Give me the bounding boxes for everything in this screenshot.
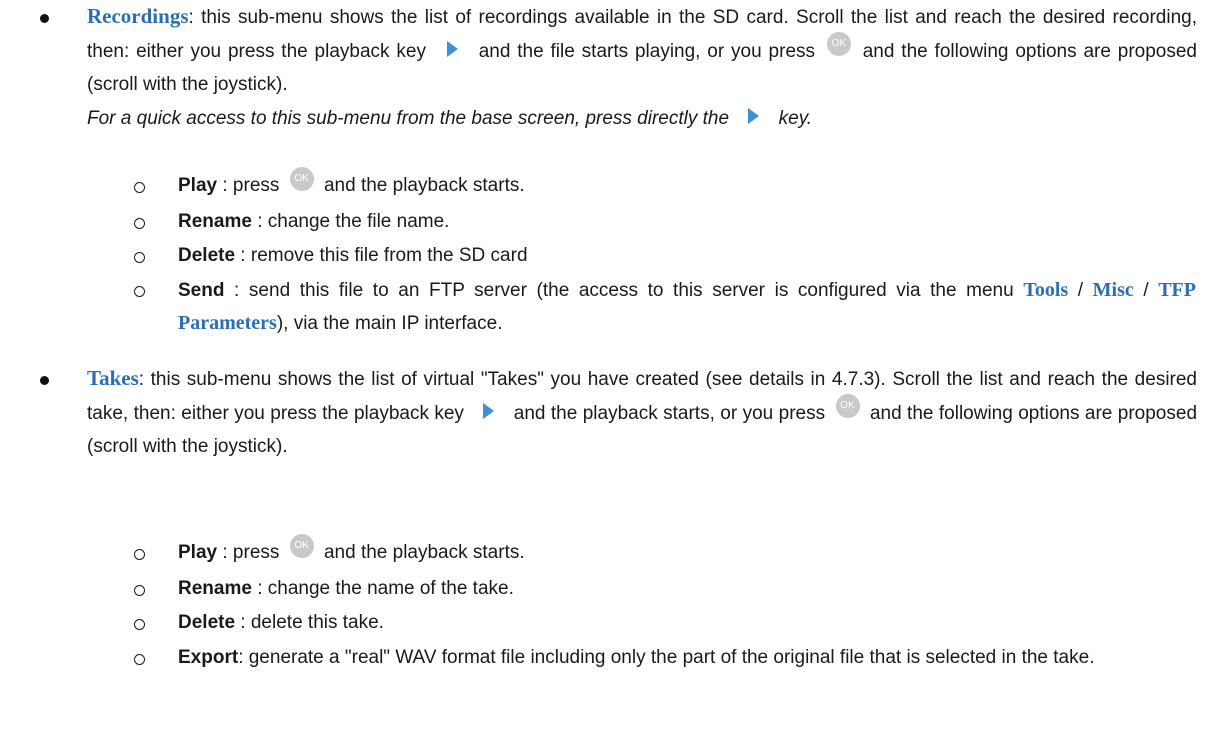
play-key-icon — [446, 41, 458, 58]
option-label: Play — [178, 542, 218, 563]
option-marker — [134, 286, 145, 297]
option-marker — [134, 252, 145, 263]
bullet-recordings — [40, 14, 49, 23]
option-desc: : press — [217, 542, 280, 563]
ok-button-icon: OK — [826, 31, 851, 56]
takes-paragraph: Takes: this sub-menu shows the list of v… — [87, 362, 1197, 464]
option-label: Delete — [178, 245, 236, 266]
option-text: Play : press OK and the playback starts. — [178, 167, 1196, 201]
option-text: Delete : delete this take. — [178, 607, 1196, 638]
takes-term: Takes — [87, 366, 139, 390]
option-marker — [134, 218, 145, 229]
option-desc: : send this file to an FTP server (the a… — [224, 280, 1014, 301]
option-label: Delete — [178, 612, 236, 633]
option-desc: and the playback starts. — [323, 542, 525, 563]
option-text: Rename : change the name of the take. — [178, 573, 1196, 604]
menu-separator: / — [1133, 280, 1159, 301]
option-text: Play : press OK and the playback starts. — [178, 534, 1196, 568]
menu-separator: / — [1068, 280, 1093, 301]
option-desc: ), via the main IP interface. — [276, 313, 503, 334]
document-page: Recordings: this sub-menu shows the list… — [0, 0, 1212, 752]
option-label: Rename — [178, 578, 252, 599]
option-marker — [134, 585, 145, 596]
option-desc: : change the name of the take. — [251, 578, 514, 599]
recordings-note-1: For a quick access to this sub-menu from… — [87, 107, 730, 129]
option-text: Send : send this file to an FTP server (… — [178, 274, 1196, 340]
recordings-paragraph: Recordings: this sub-menu shows the list… — [87, 0, 1197, 135]
option-marker — [134, 654, 145, 665]
option-marker — [134, 182, 145, 193]
option-marker — [134, 619, 145, 630]
ok-button-icon: OK — [835, 393, 860, 418]
option-label: Rename — [178, 211, 252, 232]
option-text: Delete : remove this file from the SD ca… — [178, 240, 1196, 271]
ok-button-icon: OK — [289, 534, 314, 558]
option-desc: : delete this take. — [235, 612, 384, 633]
option-text: Rename : change the file name. — [178, 206, 1196, 237]
option-desc: and the playback starts. — [323, 175, 525, 196]
option-label: Send — [178, 280, 225, 301]
play-key-icon — [483, 403, 495, 420]
ok-button-icon: OK — [289, 167, 314, 191]
option-desc: : remove this file from the SD card — [235, 245, 528, 266]
play-key-icon — [748, 108, 760, 125]
bullet-takes — [40, 376, 49, 385]
recordings-text-2: and the file starts playing, or you pres… — [478, 40, 816, 62]
option-label: Export — [178, 647, 239, 668]
option-desc: : change the file name. — [251, 211, 450, 232]
option-desc: : generate a "real" WAV format file incl… — [238, 647, 1095, 668]
recordings-note-2: key. — [778, 107, 813, 129]
option-desc: : press — [217, 175, 280, 196]
option-marker — [134, 549, 145, 560]
recordings-term: Recordings — [87, 4, 189, 28]
option-text: Export: generate a "real" WAV format fil… — [178, 642, 1196, 674]
takes-text-2: and the playback starts, or you press — [513, 402, 826, 424]
menu-link-tools: Tools — [1023, 279, 1069, 301]
menu-link-misc: Misc — [1092, 279, 1134, 301]
option-label: Play — [178, 175, 218, 196]
